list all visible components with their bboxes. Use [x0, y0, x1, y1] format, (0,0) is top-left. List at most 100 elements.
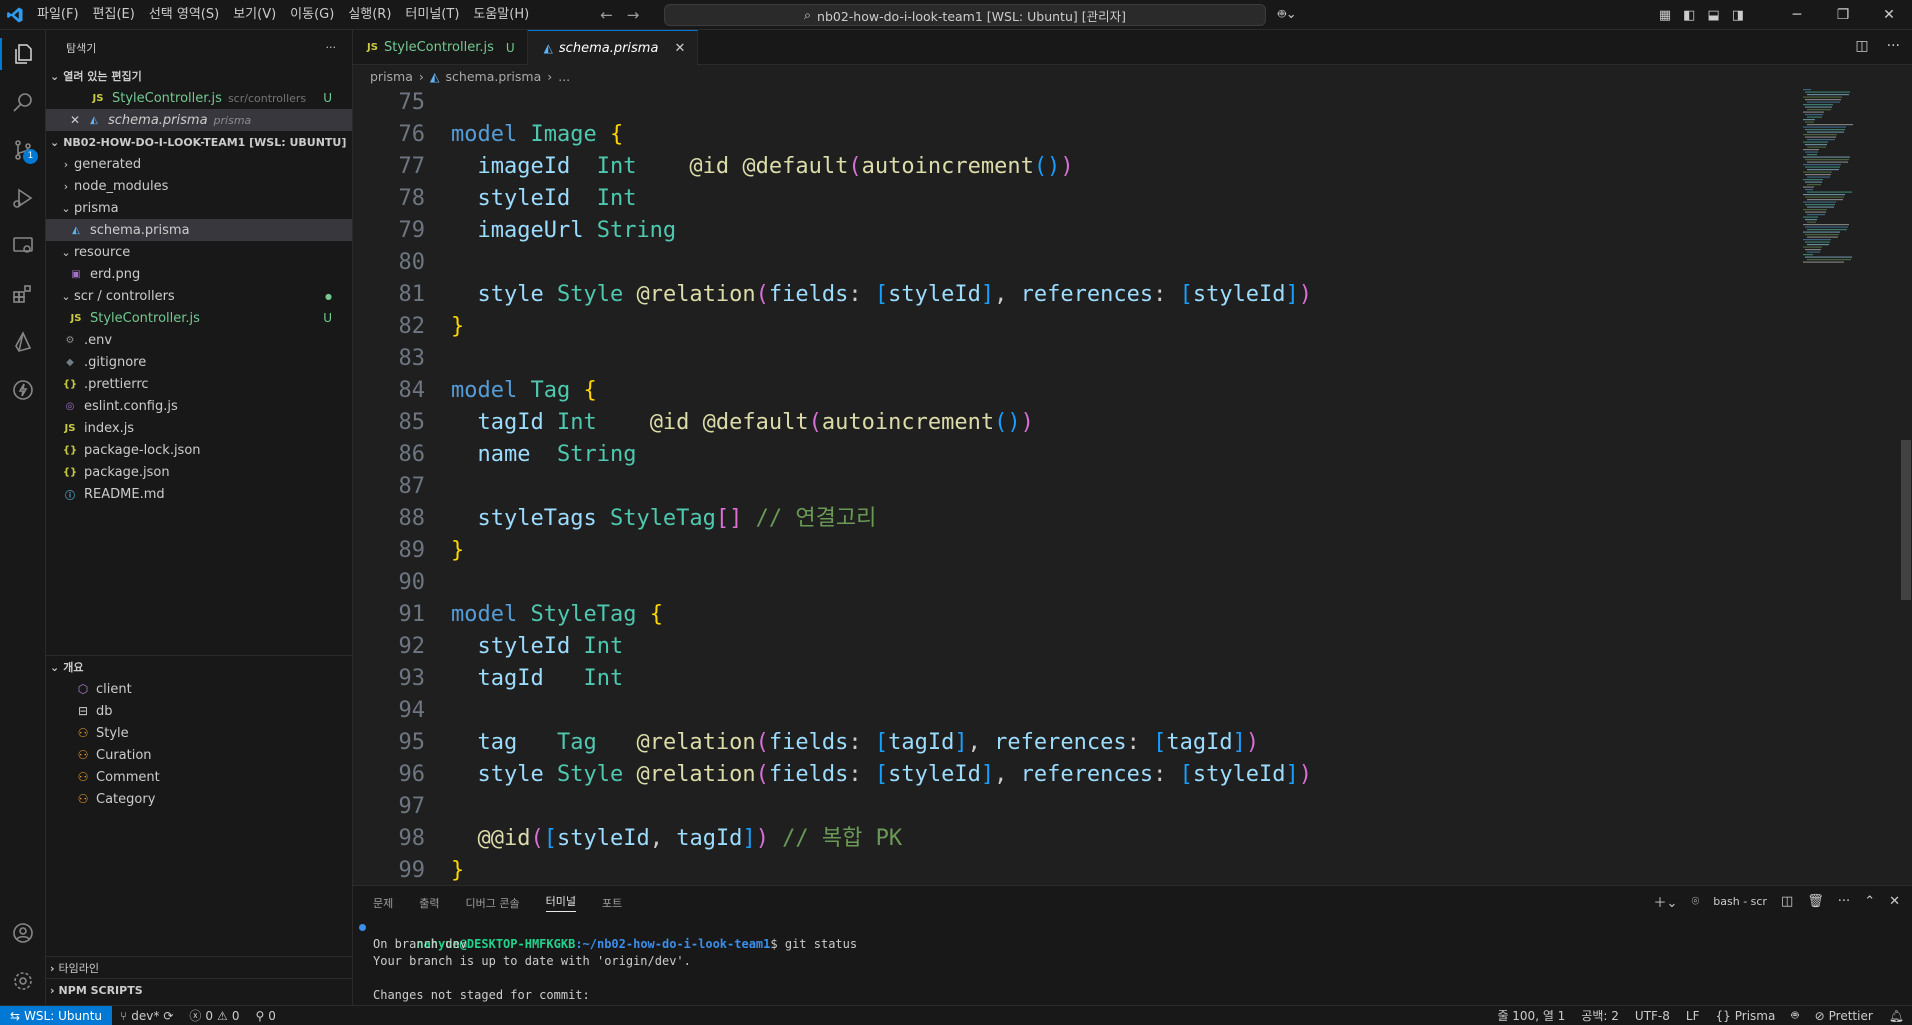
- search-view-icon[interactable]: [0, 78, 46, 126]
- breadcrumb-file[interactable]: schema.prisma: [446, 69, 542, 84]
- toggle-sidebar-icon[interactable]: ◧: [1683, 8, 1695, 23]
- outline-item[interactable]: ⚇ Style: [46, 722, 352, 744]
- editor-scrollbar[interactable]: [1901, 440, 1911, 600]
- tab-ports[interactable]: 포트: [602, 895, 622, 911]
- prettier-status[interactable]: ⊘ Prettier: [1807, 1007, 1881, 1024]
- new-terminal-icon[interactable]: ＋⌄: [1654, 892, 1678, 911]
- file-item[interactable]: JS StyleController.js U: [46, 307, 352, 329]
- copilot-status-icon[interactable]: 🤖︎: [1783, 1007, 1806, 1024]
- open-editor-item[interactable]: JS StyleController.js scr/controllers U: [46, 87, 352, 109]
- language-mode[interactable]: {} Prisma: [1707, 1007, 1783, 1024]
- folder-item[interactable]: › node_modules: [46, 175, 352, 197]
- branch-indicator[interactable]: ⑂ dev* ⟳: [112, 1009, 181, 1023]
- tab-schema-prisma[interactable]: ◭ schema.prisma ✕: [527, 30, 699, 65]
- tab-debug-console[interactable]: 디버그 콘솔: [466, 895, 520, 911]
- file-item[interactable]: ◎ eslint.config.js: [46, 395, 352, 417]
- tab-close-icon[interactable]: ✕: [674, 41, 685, 56]
- breadcrumb-folder[interactable]: prisma: [370, 69, 413, 84]
- problems-indicator[interactable]: ⓧ 0 ⚠ 0: [181, 1007, 247, 1024]
- back-arrow-icon[interactable]: ←: [600, 6, 613, 24]
- terminal-output[interactable]: nahyun@DESKTOP-HMFKGKB:~/nb02-how-do-i-l…: [353, 919, 1912, 1004]
- sync-icon[interactable]: ⟳: [163, 1009, 173, 1023]
- minimap-stroke: [1803, 111, 1824, 113]
- indentation[interactable]: 공백: 2: [1573, 1007, 1627, 1024]
- file-item[interactable]: ⓘ README.md: [46, 483, 352, 505]
- cursor-position[interactable]: 줄 100, 열 1: [1489, 1007, 1573, 1024]
- close-panel-icon[interactable]: ✕: [1889, 894, 1900, 909]
- outline-item[interactable]: ⊟ db: [46, 700, 352, 722]
- tab-problems[interactable]: 문제: [373, 895, 393, 911]
- menu-item[interactable]: 파일(F): [30, 0, 86, 30]
- open-editor-item[interactable]: ✕ ◭ schema.prisma prisma: [46, 109, 352, 131]
- file-item[interactable]: ⚙ .env: [46, 329, 352, 351]
- file-item[interactable]: JS index.js: [46, 417, 352, 439]
- outline-item[interactable]: ⚇ Category: [46, 788, 352, 810]
- file-item[interactable]: ▣ erd.png: [46, 263, 352, 285]
- forward-arrow-icon[interactable]: →: [627, 6, 640, 24]
- tab-output[interactable]: 출력: [419, 895, 439, 911]
- copilot-icon[interactable]: 🤖︎⌄: [1278, 6, 1297, 24]
- split-terminal-icon[interactable]: ◫: [1781, 894, 1793, 909]
- prisma-icon[interactable]: [0, 318, 46, 366]
- extensions-icon[interactable]: [0, 270, 46, 318]
- source-control-icon[interactable]: 1: [0, 126, 46, 174]
- folder-item[interactable]: › generated: [46, 153, 352, 175]
- command-center[interactable]: ⌕ nb02-how-do-i-look-team1 [WSL: Ubuntu]…: [664, 4, 1266, 26]
- ports-indicator[interactable]: ⚲ 0: [247, 1009, 283, 1023]
- terminal-name[interactable]: bash - scr: [1713, 895, 1767, 908]
- accounts-icon[interactable]: [0, 909, 46, 957]
- outline-item[interactable]: ⚇ Comment: [46, 766, 352, 788]
- customize-layout-icon[interactable]: ▦: [1659, 8, 1671, 23]
- toggle-panel-icon[interactable]: ⬓: [1707, 8, 1719, 23]
- file-item[interactable]: ◆ .gitignore: [46, 351, 352, 373]
- menu-item[interactable]: 이동(G): [283, 0, 341, 30]
- open-editors-header[interactable]: ⌄ 열려 있는 편집기: [46, 65, 352, 87]
- minimize-button[interactable]: ─: [1774, 7, 1820, 23]
- notifications-bell-icon[interactable]: 🔔︎: [1881, 1007, 1912, 1024]
- npm-scripts-header[interactable]: › NPM SCRIPTS: [46, 979, 352, 1001]
- menu-item[interactable]: 보기(V): [226, 0, 283, 30]
- file-item[interactable]: {} package-lock.json: [46, 439, 352, 461]
- menu-item[interactable]: 편집(E): [86, 0, 142, 30]
- outline-item[interactable]: ⬡ client: [46, 678, 352, 700]
- breadcrumb-symbol[interactable]: ...: [558, 69, 570, 84]
- minimap[interactable]: [1799, 87, 1895, 287]
- file-item[interactable]: ◭ schema.prisma: [46, 219, 352, 241]
- timeline-header[interactable]: › 타임라인: [46, 957, 352, 979]
- code-editor[interactable]: 75 76 model Image {77 imageId Int @id @def…: [353, 87, 1793, 885]
- explorer-icon[interactable]: [0, 30, 46, 78]
- more-actions-icon[interactable]: ···: [326, 41, 337, 54]
- file-tree: › generated › node_modules ⌄ prisma ◭ schema.pr…: [46, 153, 352, 505]
- end-of-line[interactable]: LF: [1678, 1007, 1708, 1024]
- menu-item[interactable]: 실행(R): [341, 0, 398, 30]
- file-item[interactable]: {} package.json: [46, 461, 352, 483]
- file-item[interactable]: {} .prettierrc: [46, 373, 352, 395]
- tab-terminal[interactable]: 터미널: [545, 893, 576, 912]
- maximize-panel-icon[interactable]: ⌃: [1864, 894, 1875, 909]
- folder-item[interactable]: ⌄ prisma: [46, 197, 352, 219]
- more-actions-icon[interactable]: ···: [1838, 894, 1850, 909]
- trash-icon[interactable]: 🗑︎: [1807, 894, 1824, 909]
- tab-stylecontroller[interactable]: JS StyleController.js U: [353, 30, 528, 65]
- project-header[interactable]: ⌄ NB02-HOW-DO-I-LOOK-TEAM1 [WSL: UBUNTU]: [46, 131, 352, 153]
- close-icon[interactable]: ✕: [70, 113, 86, 127]
- folder-item[interactable]: ⌄ scr / controllers ●: [46, 285, 352, 307]
- more-actions-icon[interactable]: ···: [1887, 38, 1900, 54]
- outline-item[interactable]: ⚇ Curation: [46, 744, 352, 766]
- menu-item[interactable]: 도움말(H): [466, 0, 536, 30]
- restore-button[interactable]: ❐: [1820, 7, 1866, 23]
- outline-header[interactable]: ⌄ 개요: [46, 656, 352, 678]
- manage-gear-icon[interactable]: [0, 957, 46, 1005]
- menu-item[interactable]: 선택 영역(S): [142, 0, 226, 30]
- remote-explorer-icon[interactable]: [0, 222, 46, 270]
- remote-indicator[interactable]: ⇆ WSL: Ubuntu: [0, 1005, 113, 1025]
- folder-item[interactable]: ⌄ resource: [46, 241, 352, 263]
- menu-item[interactable]: 터미널(T): [398, 0, 466, 30]
- run-debug-icon[interactable]: [0, 174, 46, 222]
- close-window-button[interactable]: ✕: [1866, 7, 1912, 23]
- thunder-client-icon[interactable]: [0, 366, 46, 414]
- toggle-secondary-sidebar-icon[interactable]: ◨: [1732, 8, 1744, 23]
- encoding[interactable]: UTF-8: [1627, 1007, 1678, 1024]
- split-editor-icon[interactable]: ◫: [1855, 38, 1868, 54]
